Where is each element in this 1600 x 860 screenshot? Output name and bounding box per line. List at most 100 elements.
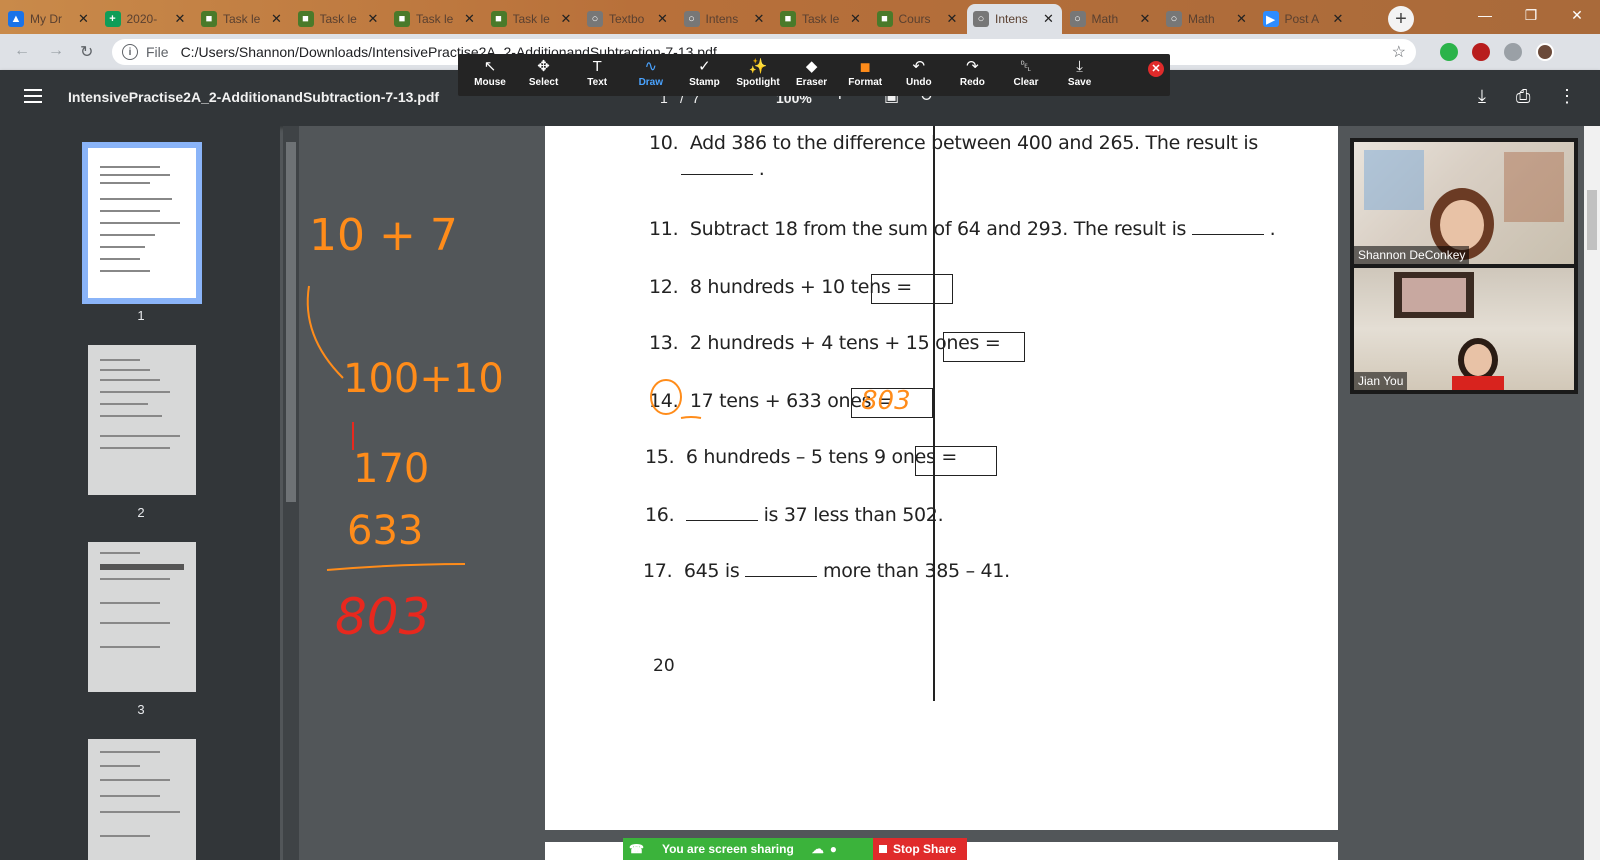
format-icon: ■ <box>859 57 871 77</box>
thumbnail-page-3[interactable] <box>88 542 196 692</box>
tool-spotlight-button[interactable]: ✨ Spotlight <box>728 57 788 95</box>
pdf-title: IntensivePractise2A_2-AdditionandSubtrac… <box>68 89 440 105</box>
tab-label: Textbo <box>609 12 645 26</box>
tab-close-icon[interactable]: ✕ <box>1235 11 1249 27</box>
tab-close-icon[interactable]: ✕ <box>656 11 670 27</box>
tab-12[interactable]: ○ Math ✕ <box>1064 4 1159 34</box>
bookmark-star-icon[interactable]: ☆ <box>1392 42 1406 62</box>
tab-7[interactable]: ○ Textbo ✕ <box>581 4 676 34</box>
ink-line-2: 100+10 <box>343 356 504 402</box>
restore-button[interactable]: ❐ <box>1508 0 1554 30</box>
tab-close-icon[interactable]: ✕ <box>849 11 863 27</box>
globe-icon: ○ <box>587 11 603 27</box>
tab-1[interactable]: ▲ My Dr ✕ <box>2 4 97 34</box>
tab-close-icon[interactable]: ✕ <box>559 11 573 27</box>
video-participant-1[interactable]: Shannon DeConkey <box>1354 142 1574 264</box>
tab-close-icon[interactable]: ✕ <box>463 11 477 27</box>
sharing-status[interactable]: ☎ You are screen sharing ☁ ● <box>623 838 873 860</box>
tool-redo-button[interactable]: ↷ Redo <box>942 57 1002 95</box>
tab-label: Task le <box>223 12 261 26</box>
tool-draw-button[interactable]: ∿ Draw <box>621 57 681 95</box>
tab-close-icon[interactable]: ✕ <box>1138 11 1152 27</box>
annotation-toolbar: ↖ Mouse ✥ Select T Text ∿ Draw ✓ Stamp ✨ Spotlight ◆… <box>458 54 1170 96</box>
tab-5[interactable]: ■ Task le ✕ <box>388 4 483 34</box>
thumbnail-label-2: 2 <box>137 505 145 520</box>
new-tab-button[interactable]: + <box>1388 6 1414 32</box>
tab-label: Task le <box>319 12 357 26</box>
save-icon: ⤓ <box>1076 58 1083 75</box>
scheme-label: File <box>146 44 169 60</box>
thumbnail-page-2[interactable] <box>88 345 196 495</box>
tab-close-icon[interactable]: ✕ <box>1042 11 1056 27</box>
tool-label: Mouse <box>474 77 506 88</box>
profile-avatar[interactable] <box>1536 43 1554 61</box>
tool-text-button[interactable]: T Text <box>567 57 627 95</box>
print-icon[interactable]: ⎙ <box>1516 86 1530 107</box>
extension-ublock-icon[interactable] <box>1472 43 1490 61</box>
tab-close-icon[interactable]: ✕ <box>173 11 187 27</box>
tool-stamp-button[interactable]: ✓ Stamp <box>674 57 734 95</box>
doc-icon: ■ <box>297 11 314 27</box>
phone-icon: ☎ <box>629 842 644 856</box>
tool-select-button[interactable]: ✥ Select <box>514 57 574 95</box>
tab-6[interactable]: ■ Task le ✕ <box>485 4 580 34</box>
tab-close-icon[interactable]: ✕ <box>366 11 380 27</box>
extension-evernote-icon[interactable] <box>1440 43 1458 61</box>
draw-icon: ∿ <box>644 58 658 75</box>
tab-close-icon[interactable]: ✕ <box>945 11 959 27</box>
tool-format-button[interactable]: ■ Format <box>835 57 895 95</box>
tab-close-icon[interactable]: ✕ <box>77 11 91 27</box>
tab-14[interactable]: ▶ Post A ✕ <box>1257 4 1352 34</box>
tool-label: Redo <box>959 77 985 88</box>
back-icon[interactable]: ← <box>14 42 30 60</box>
thumbnail-page-4[interactable] <box>88 739 196 860</box>
tab-2[interactable]: +2020- ✕ <box>99 4 194 34</box>
more-options-icon[interactable]: ⋮ <box>1558 86 1576 107</box>
tool-save-button[interactable]: ⤓ Save <box>1050 57 1110 95</box>
trash-icon: ␡ <box>1019 58 1032 75</box>
zoom-icon: ▶ <box>1262 11 1279 27</box>
tool-label: Draw <box>638 77 664 88</box>
eraser-icon: ◆ <box>805 58 818 75</box>
ink-line-3: 170 <box>353 446 429 492</box>
cloud-icon: ☁ <box>811 842 824 856</box>
video-participant-2[interactable]: Jian You <box>1354 268 1574 390</box>
reload-icon[interactable]: ↻ <box>80 42 93 62</box>
download-icon[interactable]: ⤓ <box>1478 86 1486 107</box>
tool-eraser-button[interactable]: ◆ Eraser <box>782 57 842 95</box>
window-close-button[interactable]: ✕ <box>1554 0 1600 30</box>
drive-icon: ▲ <box>8 11 24 27</box>
tool-mouse-button[interactable]: ↖ Mouse <box>460 57 520 95</box>
close-annotation-icon[interactable]: ✕ <box>1148 61 1164 77</box>
tab-close-icon[interactable]: ✕ <box>270 11 284 27</box>
forward-icon[interactable]: → <box>48 42 64 60</box>
tab-close-icon[interactable]: ✕ <box>752 11 766 27</box>
sidebar-scrollbar[interactable] <box>283 126 299 860</box>
extension-puzzle-icon[interactable] <box>1504 43 1522 61</box>
tab-10[interactable]: ■ Cours ✕ <box>871 4 966 34</box>
participant-1-face <box>1440 200 1484 250</box>
ink-sum-line <box>326 563 466 571</box>
tab-13[interactable]: ○ Math ✕ <box>1160 4 1255 34</box>
tool-undo-button[interactable]: ↶ Undo <box>889 57 949 95</box>
tab-label: Cours <box>898 12 931 26</box>
globe-icon: ○ <box>683 11 700 27</box>
tab-8[interactable]: ○ Intens ✕ <box>678 4 773 34</box>
doc-icon: ■ <box>394 11 410 27</box>
tool-clear-button[interactable]: ␡ Clear <box>996 57 1056 95</box>
tab-9[interactable]: ■ Task le ✕ <box>774 4 869 34</box>
tool-label: Format <box>848 77 883 88</box>
tab-3[interactable]: ■ Task le ✕ <box>195 4 290 34</box>
doc-icon: ■ <box>201 11 217 27</box>
tab-11[interactable]: ○ Intens ✕ <box>967 4 1062 34</box>
tab-4[interactable]: ■ Task le ✕ <box>292 4 387 34</box>
thumbnail-page-1[interactable] <box>82 142 202 304</box>
info-icon[interactable]: i <box>122 44 138 60</box>
doc-icon: ■ <box>490 11 507 27</box>
page-scrollbar[interactable] <box>1584 126 1600 860</box>
stop-share-button[interactable]: Stop Share <box>873 838 967 860</box>
tab-close-icon[interactable]: ✕ <box>1331 11 1345 27</box>
minimize-button[interactable]: — <box>1462 0 1508 30</box>
screen-share-bar: ☎ You are screen sharing ☁ ● Stop Share <box>623 838 967 860</box>
menu-icon[interactable] <box>24 89 42 103</box>
